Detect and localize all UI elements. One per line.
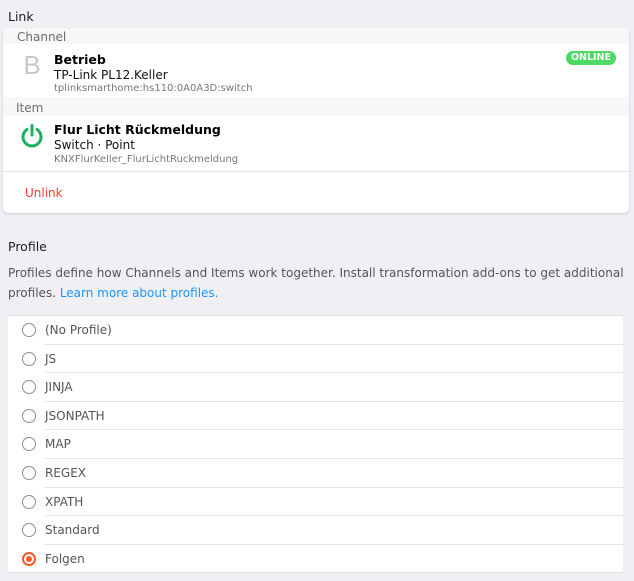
radio-button[interactable] [22, 408, 36, 423]
unlink-row: Unlink [3, 171, 629, 213]
profile-option-label: REGEX [45, 466, 87, 480]
link-section-title: Link [8, 9, 34, 24]
channel-thing: TP-Link PL12.Keller [54, 68, 168, 82]
profile-option-label: Folgen [45, 551, 85, 566]
item-label: Flur Licht Rückmeldung [54, 122, 221, 137]
channel-name: Betrieb [54, 52, 106, 67]
channel-group-label: Channel [17, 30, 67, 44]
profile-option-label: Standard [45, 523, 100, 538]
learn-more-link[interactable]: Learn more about profiles. [60, 286, 219, 300]
channel-uid: tplinksmarthome:hs110:0A0A3D:switch [54, 83, 253, 94]
radio-button[interactable] [22, 323, 36, 337]
profile-option-standard[interactable]: Standard [8, 516, 623, 545]
profile-option-js[interactable]: JS [8, 345, 623, 374]
profile-description: Profiles define how Channels and Items w… [8, 266, 624, 300]
radio-button[interactable] [22, 466, 36, 480]
profile-option-no-profile[interactable]: (No Profile) [8, 316, 623, 345]
channel-letter-icon: B [23, 49, 41, 80]
profile-option-label: JSONPATH [45, 408, 105, 423]
profile-option-label: JINJA [45, 380, 73, 395]
profile-option-label: (No Profile) [45, 323, 112, 337]
radio-button[interactable] [22, 380, 36, 395]
profile-option-folgen[interactable]: Folgen [8, 545, 623, 574]
radio-button-checked[interactable] [22, 551, 36, 566]
profile-option-label: XPATH [45, 494, 84, 509]
item-name: KNXFlurKeller_FlurLichtRuckmeldung [54, 154, 239, 165]
channel-row[interactable]: B Betrieb TP-Link PL12.Keller tplinksmar… [3, 44, 629, 97]
power-icon [17, 121, 47, 151]
profile-list: (No Profile) JS JINJA JSONPATH MAP REGEX… [8, 315, 623, 573]
radio-button[interactable] [22, 494, 36, 509]
link-card: Channel B Betrieb TP-Link PL12.Keller tp… [3, 28, 629, 213]
profile-option-label: MAP [45, 437, 71, 452]
unlink-button[interactable]: Unlink [25, 186, 63, 200]
item-type: Switch · Point [54, 138, 135, 152]
profile-option-label: JS [45, 351, 57, 366]
profile-option-xpath[interactable]: XPATH [8, 488, 623, 517]
item-row[interactable]: Flur Licht Rückmeldung Switch · Point KN… [3, 116, 629, 171]
profile-option-map[interactable]: MAP [8, 430, 623, 459]
profile-option-regex[interactable]: REGEX [8, 459, 623, 488]
radio-button[interactable] [22, 523, 36, 538]
item-group-label: Item [16, 101, 44, 115]
status-badge: ONLINE [565, 51, 616, 65]
profile-option-jinja[interactable]: JINJA [8, 373, 623, 402]
profile-option-jsonpath[interactable]: JSONPATH [8, 402, 623, 431]
radio-button[interactable] [22, 437, 36, 452]
profile-section-title: Profile [8, 239, 47, 254]
radio-button[interactable] [22, 351, 36, 366]
